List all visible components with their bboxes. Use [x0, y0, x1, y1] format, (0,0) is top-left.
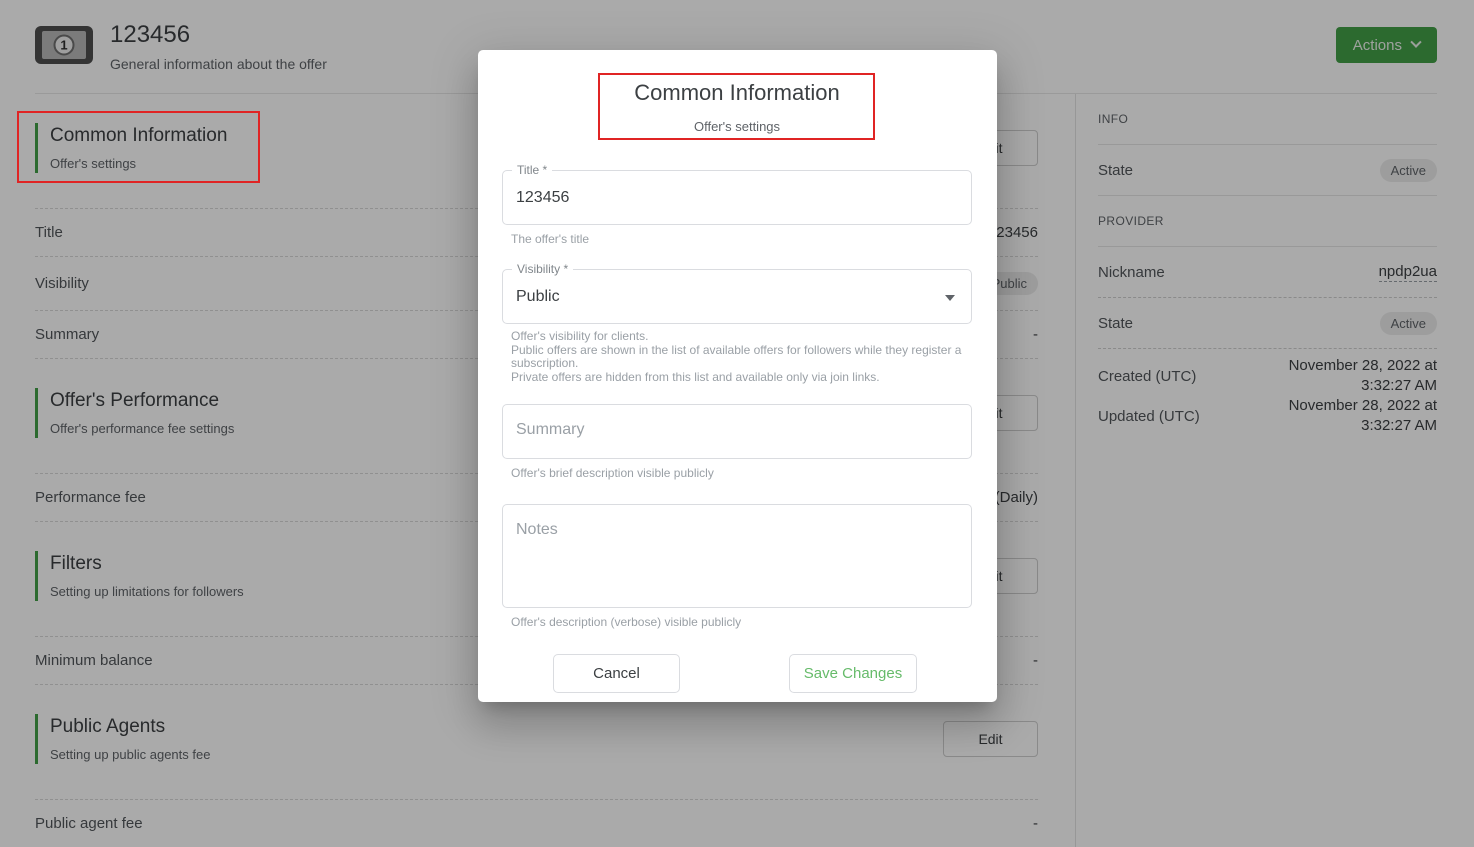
- dialog-title: Common Information: [502, 80, 972, 106]
- dropdown-arrow-icon: [945, 295, 955, 301]
- notes-helper-text: Offer's description (verbose) visible pu…: [511, 615, 972, 630]
- title-input[interactable]: [505, 172, 969, 223]
- visibility-select[interactable]: Public: [505, 271, 969, 322]
- visibility-helper-text: Offer's visibility for clients. Public o…: [511, 330, 972, 384]
- title-helper-text: The offer's title: [511, 232, 972, 247]
- visibility-field: Visibility * Public: [502, 269, 972, 324]
- save-changes-button[interactable]: Save Changes: [789, 654, 917, 693]
- common-information-dialog: Common Information Offer's settings Titl…: [478, 50, 997, 702]
- summary-input[interactable]: [503, 405, 971, 458]
- dialog-subtitle: Offer's settings: [502, 119, 972, 134]
- cancel-button[interactable]: Cancel: [553, 654, 680, 693]
- title-field: Title *: [502, 170, 972, 225]
- notes-field: [502, 504, 972, 608]
- summary-helper-text: Offer's brief description visible public…: [511, 466, 972, 481]
- notes-input[interactable]: [503, 505, 971, 607]
- summary-field: [502, 404, 972, 459]
